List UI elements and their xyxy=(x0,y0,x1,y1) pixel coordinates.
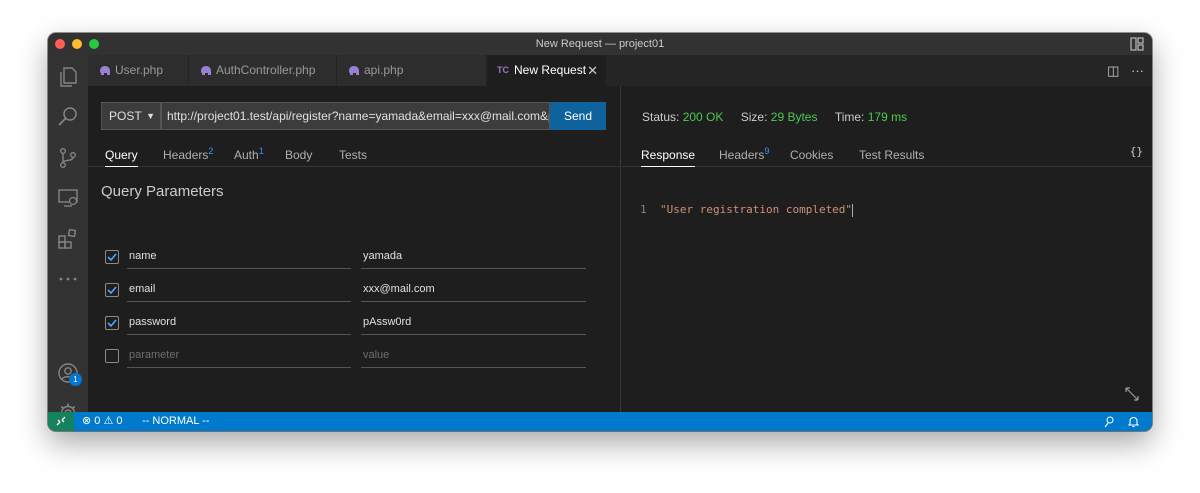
warning-count: 0 xyxy=(116,415,123,427)
tab-user-php[interactable]: User.php xyxy=(88,55,189,86)
tab-test-results[interactable]: Test Results xyxy=(859,143,924,167)
remote-icon xyxy=(56,416,66,426)
remote-indicator[interactable] xyxy=(48,412,74,431)
method-select[interactable]: POST ▼ xyxy=(101,102,161,130)
new-param-row: parameter value xyxy=(101,344,591,368)
explorer-icon[interactable] xyxy=(56,65,80,89)
account-badge: 1 xyxy=(69,373,82,386)
source-control-icon[interactable] xyxy=(56,146,80,170)
text-cursor xyxy=(852,203,854,217)
response-pane: Status: 200 OK Size: 29 Bytes Time: 179 … xyxy=(622,86,1152,412)
param-checkbox[interactable] xyxy=(105,316,119,330)
app-window: New Request — project01 1 User.php AuthC… xyxy=(48,33,1152,431)
tab-new-request[interactable]: TC New Request ✕ xyxy=(487,55,607,86)
param-row: name yamada xyxy=(101,245,591,269)
close-window-button[interactable] xyxy=(55,39,65,49)
line-number: 1 xyxy=(640,203,647,216)
response-tabs: Response Headers9 Cookies Test Results xyxy=(622,143,1152,167)
status-label: Status: xyxy=(642,110,680,124)
tab-api-php[interactable]: api.php xyxy=(337,55,487,86)
close-icon[interactable]: ✕ xyxy=(587,55,598,86)
tab-cookies[interactable]: Cookies xyxy=(790,143,833,167)
php-elephant-icon xyxy=(349,66,359,75)
send-button[interactable]: Send xyxy=(550,102,606,130)
auth-count: 1 xyxy=(258,146,264,156)
request-tabs: Query Headers2 Auth1 Body Tests xyxy=(88,143,620,167)
search-icon[interactable] xyxy=(56,105,80,129)
minimize-window-button[interactable] xyxy=(72,39,82,49)
param-checkbox[interactable] xyxy=(105,250,119,264)
response-headers-count: 9 xyxy=(764,146,770,156)
response-body-line: 1 "User registration completed" xyxy=(640,203,854,217)
expand-icon[interactable] xyxy=(1124,386,1140,402)
tab-response[interactable]: Response xyxy=(641,143,696,167)
split-editor-icon[interactable]: ◫ xyxy=(1107,63,1119,78)
response-summary: Status: 200 OK Size: 29 Bytes Time: 179 … xyxy=(642,110,907,124)
php-elephant-icon xyxy=(100,66,110,75)
bell-icon[interactable] xyxy=(1127,415,1140,428)
tab-response-headers[interactable]: Headers9 xyxy=(719,143,769,167)
title-bar: New Request — project01 xyxy=(48,33,1152,55)
size-value: 29 Bytes xyxy=(770,110,818,124)
size-label: Size: xyxy=(740,110,768,124)
tab-tests[interactable]: Tests xyxy=(339,143,367,167)
format-json-button[interactable]: {} xyxy=(1130,145,1143,158)
param-value-input[interactable]: yamada xyxy=(361,245,586,269)
param-row: email xxx@mail.com xyxy=(101,278,591,302)
time-label: Time: xyxy=(834,110,865,124)
param-row: password pAssw0rd xyxy=(101,311,591,335)
param-value-input[interactable]: pAssw0rd xyxy=(361,311,586,335)
tab-headers[interactable]: Headers2 xyxy=(163,143,213,167)
param-value-input[interactable]: value xyxy=(361,344,586,368)
error-count: 0 xyxy=(94,415,101,427)
headers-count: 2 xyxy=(208,146,214,156)
status-bar: ⊗ 0 ⚠ 0 -- NORMAL -- xyxy=(48,412,1152,431)
feedback-icon[interactable] xyxy=(1103,415,1116,428)
maximize-window-button[interactable] xyxy=(89,39,99,49)
param-value-input[interactable]: xxx@mail.com xyxy=(361,278,586,302)
request-pane: POST ▼ http://project01.test/api/registe… xyxy=(88,86,621,412)
activity-bar: 1 xyxy=(48,55,88,423)
php-elephant-icon xyxy=(201,66,211,75)
tab-auth[interactable]: Auth1 xyxy=(234,143,264,167)
problems-indicator[interactable]: ⊗ 0 ⚠ 0 xyxy=(82,412,123,431)
param-checkbox[interactable] xyxy=(105,349,119,363)
extensions-icon[interactable] xyxy=(56,227,80,251)
param-key-input[interactable]: password xyxy=(127,311,351,335)
more-icon[interactable] xyxy=(56,267,80,291)
warning-icon: ⚠ xyxy=(103,415,114,427)
window-title: New Request — project01 xyxy=(535,38,665,50)
url-input[interactable]: http://project01.test/api/register?name=… xyxy=(161,102,550,130)
time-value: 179 ms xyxy=(867,110,908,124)
thunder-client-icon: TC xyxy=(497,65,509,75)
query-parameters-title: Query Parameters xyxy=(101,183,224,200)
param-key-input[interactable]: parameter xyxy=(127,344,351,368)
editor-actions: ◫ ··· xyxy=(1107,55,1144,86)
more-actions-icon[interactable]: ··· xyxy=(1131,63,1144,78)
chevron-down-icon: ▼ xyxy=(146,111,155,121)
tab-authcontroller-php[interactable]: AuthController.php xyxy=(189,55,337,86)
param-key-input[interactable]: name xyxy=(127,245,351,269)
param-key-input[interactable]: email xyxy=(127,278,351,302)
status-value: 200 OK xyxy=(682,110,724,124)
response-body-text: "User registration completed" xyxy=(660,203,853,216)
param-checkbox[interactable] xyxy=(105,283,119,297)
editor-tab-bar: User.php AuthController.php api.php TC N… xyxy=(88,55,1152,86)
tab-body[interactable]: Body xyxy=(285,143,312,167)
layout-icon[interactable] xyxy=(1130,37,1144,51)
tab-query[interactable]: Query xyxy=(105,143,138,167)
error-icon: ⊗ xyxy=(82,415,92,427)
remote-explorer-icon[interactable] xyxy=(56,186,80,210)
vim-mode: -- NORMAL -- xyxy=(142,415,210,427)
